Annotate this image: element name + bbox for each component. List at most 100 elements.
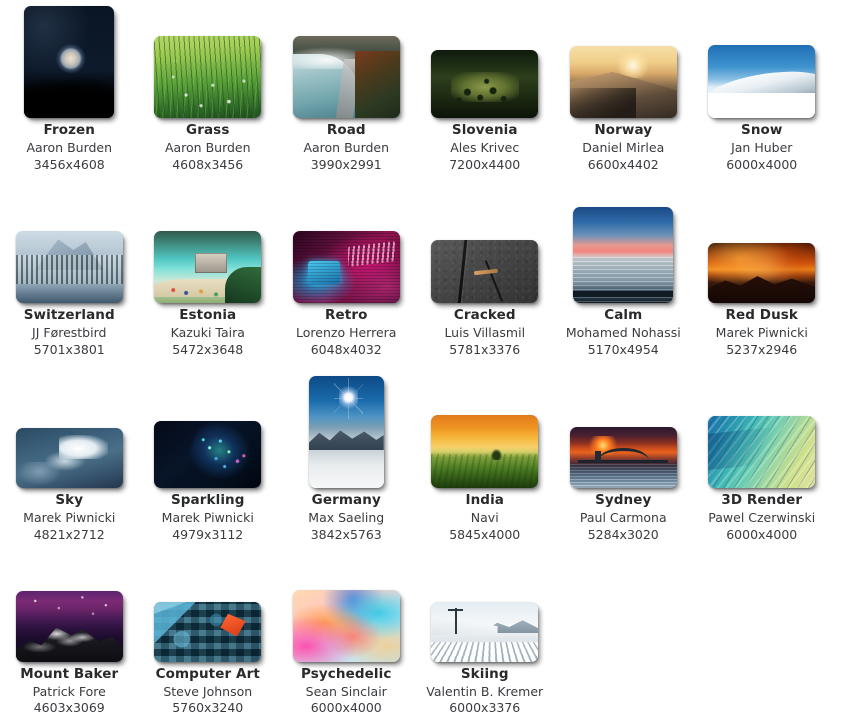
wallpaper-caption: Sparkling Marek Piwnicki 4979x3112 [139,490,278,543]
thumbnail-area [0,555,139,664]
wallpaper-author: Jan Huber [731,139,793,155]
wallpaper-thumbnail[interactable] [569,427,677,488]
wallpaper-card[interactable]: Sparkling Marek Piwnicki 4979x3112 [139,370,278,555]
dark-sparkle-particles-art [154,421,262,488]
wallpaper-dimensions: 6000x4000 [726,156,798,172]
wallpaper-thumbnail[interactable] [431,50,539,118]
wallpaper-card[interactable]: Road Aaron Burden 3990x2991 [277,0,416,185]
wallpaper-thumbnail[interactable] [708,45,816,118]
wallpaper-thumbnail[interactable] [431,415,539,488]
wallpaper-thumbnail[interactable] [15,231,123,303]
thumbnail-area [554,0,693,120]
wallpaper-gallery-grid: Frozen Aaron Burden 3456x4608 Grass Aaron Bu… [0,0,843,712]
wallpaper-title: Psychedelic [301,665,392,682]
wallpaper-card[interactable]: Sky Marek Piwnicki 4821x2712 [0,370,139,555]
wallpaper-thumbnail[interactable] [308,376,384,488]
green-grass-dew-art [154,36,262,118]
wallpaper-caption: Switzerland JJ Førestbird 5701x3801 [0,305,139,358]
wallpaper-author: Marek Piwnicki [715,324,808,340]
wallpaper-thumbnail[interactable] [15,428,123,488]
wallpaper-card[interactable]: Red Dusk Marek Piwnicki 5237x2946 [693,185,832,370]
wallpaper-card[interactable]: Skiing Valentin B. Kremer 6000x3376 [416,555,555,712]
thumbnail-area [416,555,555,664]
wallpaper-author: Pawel Czerwinski [708,509,816,525]
wallpaper-caption: India Navi 5845x4000 [416,490,555,543]
wallpaper-caption: Norway Daniel Mirlea 6600x4402 [554,120,693,173]
wallpaper-author: Paul Carmona [579,509,667,525]
wallpaper-thumbnail[interactable] [573,207,674,303]
wallpaper-caption: Cracked Luis Villasmil 5781x3376 [416,305,555,358]
wallpaper-card[interactable]: Norway Daniel Mirlea 6600x4402 [554,0,693,185]
wallpaper-card[interactable]: Switzerland JJ Førestbird 5701x3801 [0,185,139,370]
wallpaper-caption: Mount Baker Patrick Fore 4603x3069 [0,664,139,712]
wallpaper-title: Grass [186,122,230,138]
wallpaper-card[interactable]: Retro Lorenzo Herrera 6048x4032 [277,185,416,370]
wallpaper-thumbnail[interactable] [292,231,400,303]
wallpaper-caption: Computer Art Steve Johnson 5760x3240 [139,664,278,712]
wallpaper-thumbnail[interactable] [708,416,816,488]
moon-bubble-night-art [24,6,115,118]
wallpaper-card[interactable]: Slovenia Ales Krivec 7200x4400 [416,0,555,185]
wallpaper-thumbnail[interactable] [569,46,677,118]
thumbnail-area [554,370,693,490]
wallpaper-card[interactable]: Psychedelic Sean Sinclair 6000x4000 [277,555,416,712]
wallpaper-thumbnail[interactable] [292,589,400,662]
wallpaper-thumbnail[interactable] [292,36,400,118]
thumbnail-area [139,370,278,490]
wallpaper-caption: Sky Marek Piwnicki 4821x2712 [0,490,139,543]
wallpaper-thumbnail[interactable] [431,601,539,662]
wallpaper-dimensions: 7200x4400 [449,156,521,172]
wallpaper-card[interactable]: 3D Render Pawel Czerwinski 6000x4000 [693,370,832,555]
wallpaper-title: Calm [604,307,643,323]
thumbnail-area [0,370,139,490]
wallpaper-card[interactable]: Snow Jan Huber 6000x4000 [693,0,832,185]
wallpaper-dimensions: 5845x4000 [449,526,521,542]
wallpaper-card[interactable]: Estonia Kazuki Taira 5472x3648 [139,185,278,370]
wallpaper-author: Lorenzo Herrera [296,324,397,340]
wallpaper-card[interactable]: Germany Max Saeling 3842x5763 [277,370,416,555]
wallpaper-card[interactable]: Frozen Aaron Burden 3456x4608 [0,0,139,185]
wallpaper-title: Estonia [179,307,237,323]
wallpaper-card[interactable]: India Navi 5845x4000 [416,370,555,555]
wallpaper-title: India [465,492,505,508]
wallpaper-dimensions: 5760x3240 [172,700,244,712]
wallpaper-card[interactable]: Calm Mohamed Nohassi 5170x4954 [554,185,693,370]
wallpaper-title: Road [326,122,366,138]
wallpaper-title: Germany [311,492,381,508]
thumbnail-area [0,0,139,120]
thumbnail-area [416,370,555,490]
wallpaper-dimensions: 5284x3020 [587,526,659,542]
wallpaper-author: Patrick Fore [32,683,106,699]
wallpaper-thumbnail[interactable] [154,36,262,118]
wallpaper-author: Aaron Burden [26,139,113,155]
wallpaper-dimensions: 3842x5763 [310,526,382,542]
wallpaper-author: JJ Førestbird [32,324,107,340]
wallpaper-thumbnail[interactable] [154,601,262,662]
wallpaper-caption: Sydney Paul Carmona 5284x3020 [554,490,693,543]
thumbnail-area [0,185,139,305]
orange-dusk-mountains-art [708,243,816,303]
thumbnail-area [693,185,832,305]
wallpaper-dimensions: 3456x4608 [33,156,105,172]
wallpaper-thumbnail[interactable] [431,240,539,303]
wallpaper-dimensions: 4608x3456 [172,156,244,172]
wallpaper-card[interactable]: Sydney Paul Carmona 5284x3020 [554,370,693,555]
wallpaper-title: Norway [594,122,653,138]
wallpaper-caption: 3D Render Pawel Czerwinski 6000x4000 [693,490,832,543]
wallpaper-thumbnail[interactable] [24,6,115,118]
wallpaper-caption: Estonia Kazuki Taira 5472x3648 [139,305,278,358]
wallpaper-author: Aaron Burden [303,139,390,155]
thumbnail-area [554,185,693,305]
wallpaper-dimensions: 5237x2946 [726,341,798,357]
wallpaper-card[interactable]: Computer Art Steve Johnson 5760x3240 [139,555,278,712]
thumbnail-area [693,0,832,120]
wallpaper-thumbnail[interactable] [154,231,262,303]
wallpaper-card[interactable]: Cracked Luis Villasmil 5781x3376 [416,185,555,370]
wallpaper-card[interactable]: Mount Baker Patrick Fore 4603x3069 [0,555,139,712]
thumbnail-area [416,185,555,305]
wallpaper-thumbnail[interactable] [708,243,816,303]
dark-valley-meadow-art [431,50,539,118]
wallpaper-thumbnail[interactable] [154,421,262,488]
wallpaper-card[interactable]: Grass Aaron Burden 4608x3456 [139,0,278,185]
wallpaper-thumbnail[interactable] [15,590,123,662]
